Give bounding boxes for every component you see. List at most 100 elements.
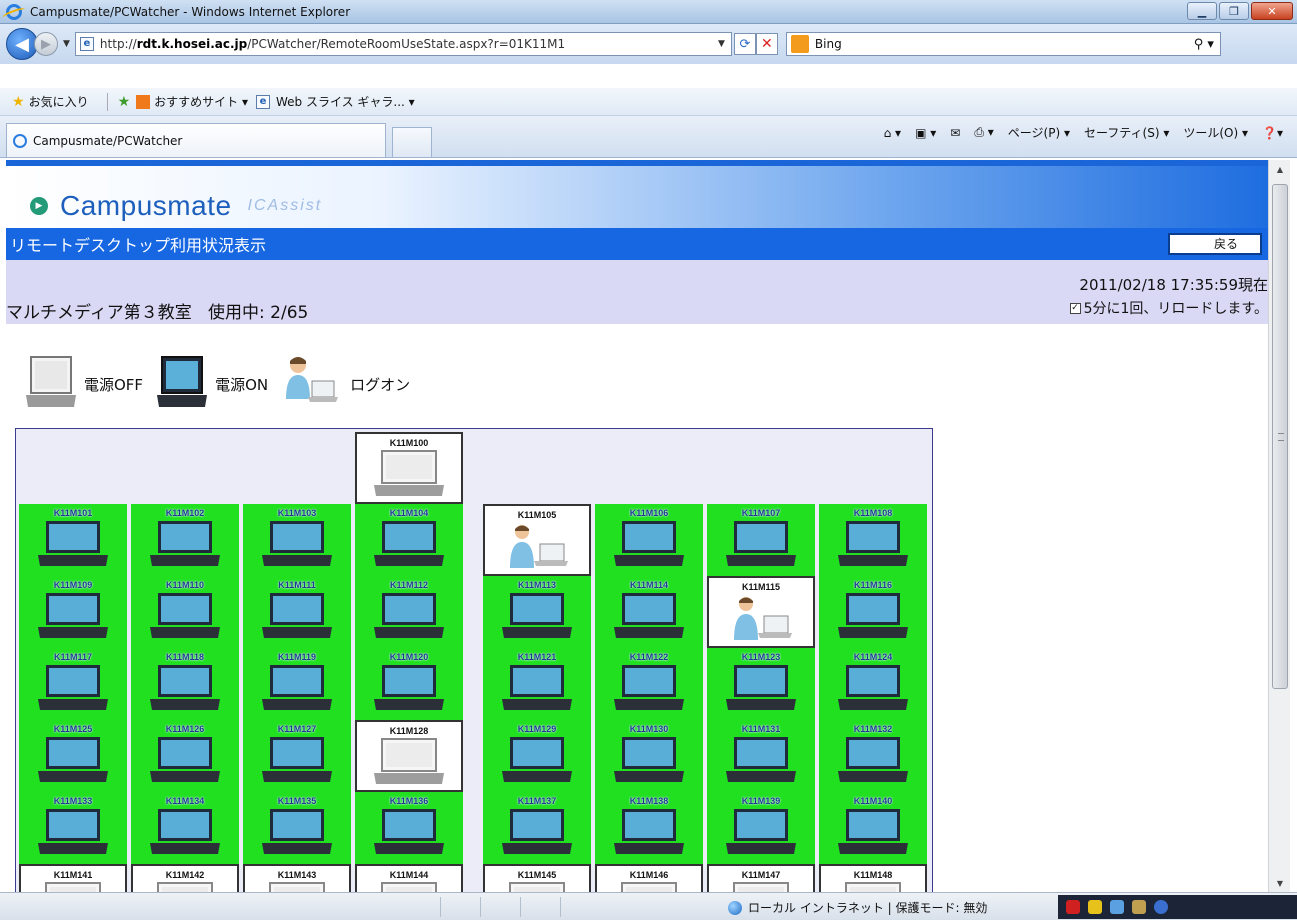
seat-k11m106[interactable]: K11M106 <box>595 504 703 576</box>
seat-k11m118[interactable]: K11M118 <box>131 648 239 720</box>
laptop-on-icon <box>500 806 574 859</box>
laptop-on-icon <box>836 806 910 859</box>
seat-k11m134[interactable]: K11M134 <box>131 792 239 864</box>
seat-k11m125[interactable]: K11M125 <box>19 720 127 792</box>
seat-k11m123[interactable]: K11M123 <box>707 648 815 720</box>
tab-campusmate[interactable]: Campusmate/PCWatcher <box>6 123 386 157</box>
back-button[interactable]: 戻る <box>1168 233 1262 255</box>
seat-k11m128[interactable]: K11M128 <box>355 720 463 792</box>
favorites-button[interactable]: ★ お気に入り <box>12 93 89 110</box>
seat-k11m137[interactable]: K11M137 <box>483 792 591 864</box>
seat-k11m107[interactable]: K11M107 <box>707 504 815 576</box>
seat-k11m115[interactable]: K11M115 <box>707 576 815 648</box>
seat-k11m147[interactable]: K11M147 <box>707 864 815 892</box>
seat-k11m122[interactable]: K11M122 <box>595 648 703 720</box>
seat-k11m131[interactable]: K11M131 <box>707 720 815 792</box>
seat-k11m121[interactable]: K11M121 <box>483 648 591 720</box>
window-title: Campusmate/PCWatcher - Windows Internet … <box>30 4 351 19</box>
seat-k11m103[interactable]: K11M103 <box>243 504 351 576</box>
seat-k11m102[interactable]: K11M102 <box>131 504 239 576</box>
home-icon[interactable]: ⌂ ▾ <box>884 126 901 140</box>
seat-k11m105[interactable]: K11M105 <box>483 504 591 576</box>
seat-label: K11M121 <box>517 652 557 662</box>
search-input[interactable]: Bing ⚲ ▾ <box>785 32 1221 56</box>
seat-k11m127[interactable]: K11M127 <box>243 720 351 792</box>
laptop-on-icon <box>148 590 222 643</box>
seat-k11m132[interactable]: K11M132 <box>819 720 927 792</box>
alert-icon[interactable] <box>1066 900 1080 914</box>
security-zone[interactable]: ローカル イントラネット | 保護モード: 無効 <box>728 899 987 916</box>
auto-reload-option[interactable]: ✓ 5分に1回、リロードします。 <box>1069 298 1268 318</box>
seat-k11m144[interactable]: K11M144 <box>355 864 463 892</box>
new-tab-button[interactable] <box>392 127 432 157</box>
folder-icon[interactable] <box>1132 900 1146 914</box>
search-icon[interactable]: ⚲ ▾ <box>1194 37 1214 52</box>
laptop-off-icon <box>26 355 76 413</box>
tools-menu[interactable]: ツール(O) ▾ <box>1183 124 1248 141</box>
seat-k11m138[interactable]: K11M138 <box>595 792 703 864</box>
seat-k11m143[interactable]: K11M143 <box>243 864 351 892</box>
seat-k11m129[interactable]: K11M129 <box>483 720 591 792</box>
notification-icon[interactable] <box>1088 900 1102 914</box>
seat-k11m126[interactable]: K11M126 <box>131 720 239 792</box>
page-menu[interactable]: ページ(P) ▾ <box>1008 124 1070 141</box>
seat-k11m145[interactable]: K11M145 <box>483 864 591 892</box>
mail-icon[interactable]: ✉ <box>950 126 960 140</box>
seat-k11m133[interactable]: K11M133 <box>19 792 127 864</box>
seat-k11m140[interactable]: K11M140 <box>819 792 927 864</box>
auto-reload-checkbox[interactable]: ✓ <box>1069 302 1081 314</box>
laptop-on-icon <box>724 734 798 787</box>
seat-k11m124[interactable]: K11M124 <box>819 648 927 720</box>
seat-k11m108[interactable]: K11M108 <box>819 504 927 576</box>
seat-k11m148[interactable]: K11M148 <box>819 864 927 892</box>
close-button[interactable]: ✕ <box>1251 2 1293 20</box>
seat-k11m130[interactable]: K11M130 <box>595 720 703 792</box>
help-tray-icon[interactable] <box>1154 900 1168 914</box>
seat-k11m119[interactable]: K11M119 <box>243 648 351 720</box>
seat-label: K11M117 <box>53 652 93 662</box>
seat-k11m120[interactable]: K11M120 <box>355 648 463 720</box>
scroll-thumb[interactable] <box>1272 184 1288 689</box>
suggested-sites-link[interactable]: おすすめサイト ▾ <box>136 93 248 110</box>
forward-arrow-icon[interactable]: ▶ <box>34 32 58 56</box>
seat-k11m139[interactable]: K11M139 <box>707 792 815 864</box>
safety-menu[interactable]: セーフティ(S) ▾ <box>1084 124 1169 141</box>
print-icon[interactable]: ⎙ ▾ <box>974 125 993 140</box>
scroll-down-icon[interactable]: ▼ <box>1269 874 1291 892</box>
bing-icon <box>790 35 809 53</box>
add-favorite-icon[interactable]: ★ <box>118 94 131 110</box>
seat-k11m114[interactable]: K11M114 <box>595 576 703 648</box>
seat-k11m146[interactable]: K11M146 <box>595 864 703 892</box>
seat-label: K11M111 <box>278 580 316 590</box>
feeds-icon[interactable]: ▣ ▾ <box>915 126 936 140</box>
scroll-up-icon[interactable]: ▲ <box>1269 160 1291 178</box>
stop-icon[interactable]: ✕ <box>755 33 778 55</box>
window-titlebar: Campusmate/PCWatcher - Windows Internet … <box>0 0 1297 24</box>
seat-k11m116[interactable]: K11M116 <box>819 576 927 648</box>
vertical-scrollbar[interactable]: ▲ ▼ <box>1268 160 1290 892</box>
maximize-button[interactable]: ❐ <box>1219 2 1249 20</box>
seat-k11m101[interactable]: K11M101 <box>19 504 127 576</box>
seat-k11m110[interactable]: K11M110 <box>131 576 239 648</box>
refresh-icon[interactable]: ⟳ <box>733 33 756 55</box>
seat-label: K11M145 <box>517 870 557 880</box>
laptop-on-icon <box>612 806 686 859</box>
seat-k11m113[interactable]: K11M113 <box>483 576 591 648</box>
minimize-button[interactable]: ▁ <box>1187 2 1217 20</box>
seat-k11m112[interactable]: K11M112 <box>355 576 463 648</box>
recent-pages-dropdown-icon[interactable]: ▼ <box>63 39 70 49</box>
seat-k11m141[interactable]: K11M141 <box>19 864 127 892</box>
help-icon[interactable]: ❓▾ <box>1262 126 1283 140</box>
url-input[interactable]: e http://rdt.k.hosei.ac.jp/PCWatcher/Rem… <box>74 32 732 56</box>
url-dropdown-icon[interactable]: ▼ <box>718 39 725 49</box>
seat-k11m104[interactable]: K11M104 <box>355 504 463 576</box>
seat-k11m100[interactable]: K11M100 <box>355 432 463 504</box>
web-slice-link[interactable]: e Web スライス ギャラ... ▾ <box>255 93 415 110</box>
seat-k11m136[interactable]: K11M136 <box>355 792 463 864</box>
seat-k11m111[interactable]: K11M111 <box>243 576 351 648</box>
seat-k11m109[interactable]: K11M109 <box>19 576 127 648</box>
network-icon[interactable] <box>1110 900 1124 914</box>
seat-k11m117[interactable]: K11M117 <box>19 648 127 720</box>
seat-k11m142[interactable]: K11M142 <box>131 864 239 892</box>
seat-k11m135[interactable]: K11M135 <box>243 792 351 864</box>
